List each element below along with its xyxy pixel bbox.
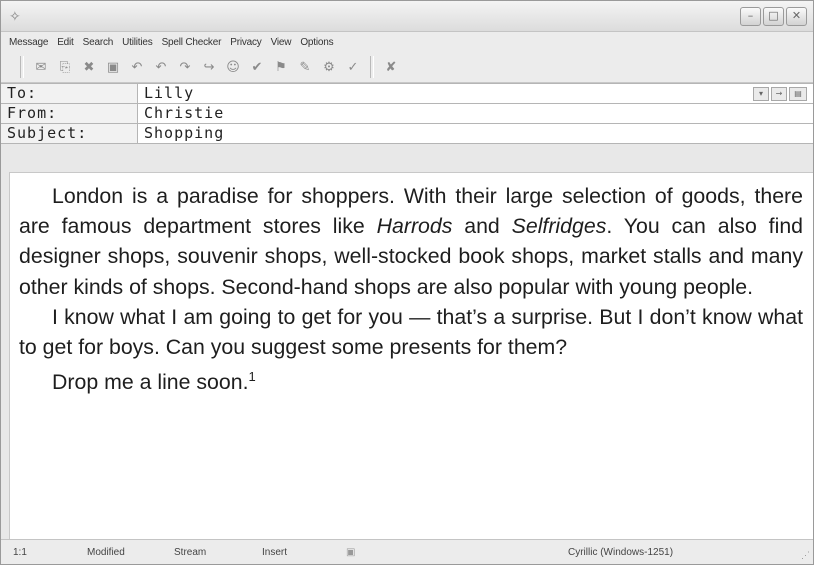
from-field[interactable]: Christie: [138, 104, 813, 123]
stream-status: Stream: [174, 546, 207, 558]
body-paragraph-2: I know what I am going to get for you — …: [19, 304, 803, 360]
menu-privacy[interactable]: Privacy: [230, 37, 262, 48]
to-field-controls: ▾ → ▤: [753, 84, 807, 103]
subject-field[interactable]: Shopping: [138, 124, 813, 143]
forward-icon[interactable]: ↷: [175, 57, 195, 77]
menu-edit[interactable]: Edit: [57, 37, 74, 48]
menu-search[interactable]: Search: [83, 37, 114, 48]
priority-icon[interactable]: ⚑: [271, 57, 291, 77]
dropdown-arrow-icon[interactable]: ▾: [753, 86, 769, 101]
from-label: From:: [1, 104, 138, 123]
address-book-icon[interactable]: ☺: [223, 57, 243, 77]
title-bar: ✧ – □ ✕: [1, 1, 813, 32]
body-text: Drop me a line soon.: [52, 370, 249, 395]
menu-utilities[interactable]: Utilities: [122, 37, 153, 48]
check-names-icon[interactable]: ✔: [247, 57, 267, 77]
mail-compose-window: ✧ – □ ✕ Message Edit Search Utilities Sp…: [0, 0, 814, 565]
save-icon[interactable]: ▣: [103, 57, 123, 77]
attach-icon[interactable]: ⎘: [55, 57, 75, 77]
status-bar: 1:1 Modified Stream Insert ▣ Cyrillic (W…: [1, 539, 813, 564]
signature-icon[interactable]: ✎: [295, 57, 315, 77]
to-row: To: Lilly ▾ → ▤: [1, 84, 813, 104]
message-body-editor[interactable]: London is a paradise for shoppers. With …: [9, 172, 813, 540]
toolbar-separator: [370, 56, 374, 78]
from-row: From: Christie: [1, 104, 813, 124]
menu-spell-checker[interactable]: Spell Checker: [162, 37, 222, 48]
delete-icon[interactable]: ✖: [79, 57, 99, 77]
store-name-harrods: Harrods: [376, 214, 453, 239]
reply-all-icon[interactable]: ↶: [151, 57, 171, 77]
body-paragraph-1: London is a paradise for shoppers. With …: [19, 181, 803, 302]
footnote-marker: 1: [248, 369, 256, 385]
window-controls: – □ ✕: [740, 6, 807, 26]
minimize-icon[interactable]: –: [740, 6, 761, 26]
toolbar: ✉ ⎘ ✖ ▣ ↶ ↶ ↷ ↪ ☺ ✔ ⚑ ✎ ⚙ ✓ ✘: [1, 52, 813, 83]
maximize-icon[interactable]: □: [763, 6, 784, 26]
message-header: To: Lilly ▾ → ▤ From: Christie Subject: …: [1, 83, 813, 144]
cursor-position: 1:1: [13, 546, 27, 558]
toolbar-separator: [20, 56, 24, 78]
menu-view[interactable]: View: [271, 37, 292, 48]
subject-row: Subject: Shopping: [1, 124, 813, 144]
modified-status: Modified: [87, 546, 125, 558]
to-label: To:: [1, 84, 138, 103]
address-icon[interactable]: ▤: [789, 86, 807, 101]
body-text: and: [452, 214, 512, 239]
menu-message[interactable]: Message: [9, 37, 48, 48]
encoding-status[interactable]: Cyrillic (Windows-1251): [556, 547, 768, 558]
encode-icon[interactable]: ⚙: [319, 57, 339, 77]
exit-icon[interactable]: ✘: [381, 57, 401, 77]
redirect-icon[interactable]: ↪: [199, 57, 219, 77]
add-recipient-icon[interactable]: →: [771, 86, 787, 101]
subject-label: Subject:: [1, 124, 138, 143]
menu-bar: Message Edit Search Utilities Spell Chec…: [1, 32, 813, 52]
close-icon[interactable]: ✕: [786, 6, 807, 26]
store-name-selfridges: Selfridges: [511, 214, 607, 239]
resize-grip-icon[interactable]: ⋰: [801, 550, 810, 561]
app-logo-icon: ✧: [9, 7, 21, 24]
spell-check-icon[interactable]: ✓: [343, 57, 363, 77]
menu-options[interactable]: Options: [300, 37, 333, 48]
to-field[interactable]: Lilly: [138, 84, 753, 103]
insert-mode-status[interactable]: Insert: [250, 547, 334, 558]
reply-icon[interactable]: ↶: [127, 57, 147, 77]
body-paragraph-3: Drop me a line soon.1: [19, 362, 803, 397]
status-indicator-icon: ▣: [346, 546, 356, 558]
send-icon[interactable]: ✉: [31, 57, 51, 77]
